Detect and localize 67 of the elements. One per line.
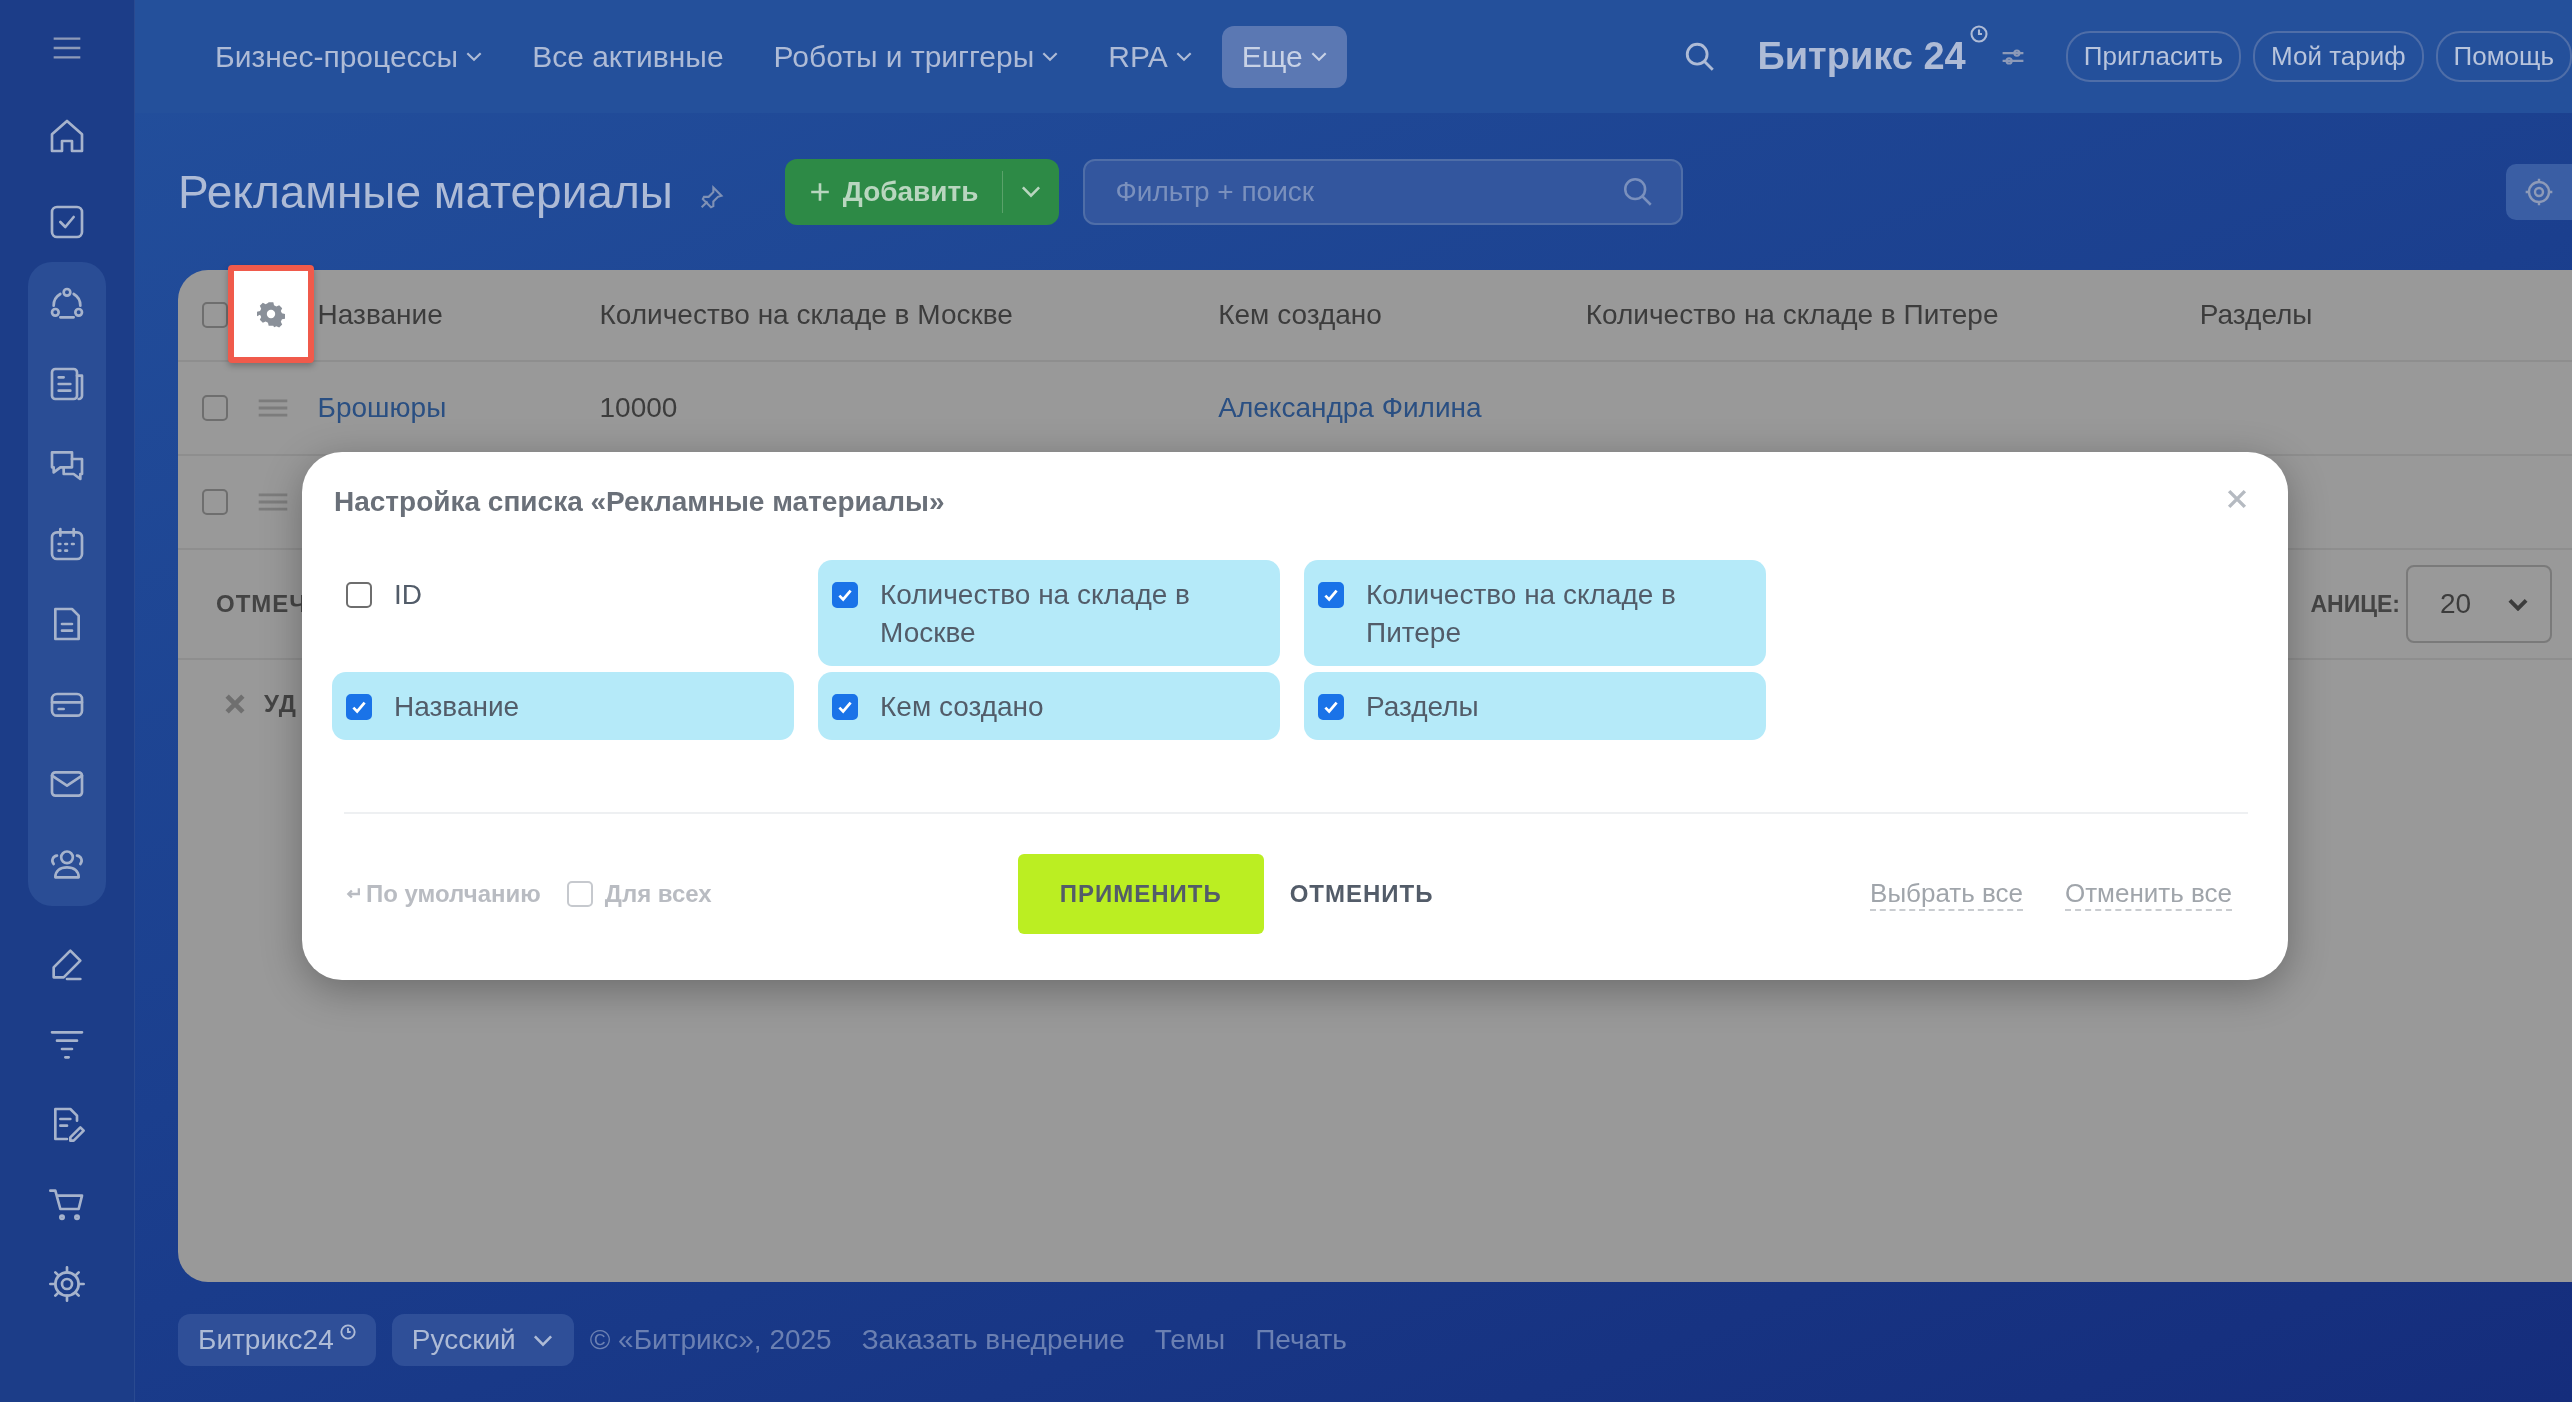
clock-icon (339, 1324, 356, 1340)
column-option[interactable]: Название (332, 672, 794, 740)
table-link[interactable]: Брошюры (317, 392, 447, 423)
column-header[interactable]: Количество на складе в Москве (599, 299, 1013, 330)
column-header[interactable]: Кем создано (1218, 299, 1382, 330)
for-all-label: Для всех (604, 880, 712, 908)
option-checkbox[interactable] (346, 694, 372, 720)
settings-button[interactable] (2506, 163, 2572, 220)
add-button[interactable]: Добавить (784, 158, 1003, 225)
header-button[interactable]: Помощь (2435, 31, 2572, 82)
table-cell: 10000 (599, 392, 678, 423)
nav-tab[interactable]: Все активные (512, 25, 744, 88)
clock-icon (1969, 25, 1988, 43)
brand-button[interactable]: Битрикс24 (178, 1314, 376, 1366)
language-select[interactable]: Русский (391, 1314, 574, 1366)
cancel-button[interactable]: ОТМЕНИТЬ (1289, 880, 1434, 908)
option-label: Название (394, 690, 520, 724)
option-label: Количество на складе в Питере (1366, 578, 1677, 650)
select-all-link[interactable]: Выбрать все (1870, 877, 2023, 911)
column-header[interactable]: Количество на складе в Питере (1585, 299, 1999, 330)
option-label: Кем создано (880, 690, 1044, 724)
option-checkbox[interactable] (346, 582, 372, 608)
footer-link[interactable]: Заказать внедрение (861, 1324, 1125, 1356)
for-all-checkbox[interactable] (566, 881, 593, 907)
return-arrow-icon (344, 887, 362, 901)
page-size-label: АНИЦЕ: (2310, 590, 2400, 618)
search-field[interactable]: Фильтр + поиск (1083, 158, 1684, 225)
nav-tab[interactable]: Роботы и триггеры (753, 25, 1079, 88)
brand-logo: Битрикс 24 (1757, 35, 1966, 78)
caret-icon (1021, 185, 1042, 198)
column-option[interactable]: Количество на складе в Москве (818, 560, 1280, 666)
column-header[interactable]: Разделы (2199, 299, 2313, 330)
page-size-select[interactable]: 20 (2406, 565, 2552, 643)
row-checkbox[interactable] (202, 489, 229, 515)
dialog-title: Настройка списка «Рекламные материалы» (334, 486, 945, 518)
column-option[interactable]: Кем создано (818, 672, 1280, 740)
column-option[interactable]: Разделы (1304, 672, 1766, 740)
apply-button[interactable]: ПРИМЕНИТЬ (1017, 854, 1264, 934)
column-option[interactable]: Количество на складе в Питере (1304, 560, 1766, 666)
caret-icon (531, 1333, 554, 1347)
footer-link[interactable]: Темы (1154, 1324, 1226, 1356)
option-label: Количество на складе в Москве (880, 578, 1191, 650)
copyright-text: © «Битрикс», 2025 (589, 1324, 832, 1356)
drag-handle-icon[interactable] (257, 398, 288, 418)
delete-button[interactable]: УД (264, 690, 297, 718)
nav-tab[interactable]: Еще (1221, 25, 1347, 88)
drag-handle-icon[interactable] (257, 492, 288, 512)
row-checkbox[interactable] (202, 395, 229, 421)
deselect-all-link[interactable]: Отменить все (2065, 877, 2232, 911)
nav-tab[interactable]: RPA (1088, 25, 1212, 88)
option-label: ID (394, 578, 422, 612)
option-checkbox[interactable] (832, 582, 858, 608)
option-checkbox[interactable] (1318, 582, 1344, 608)
nav-tab[interactable]: Бизнес-процессы (195, 25, 503, 88)
menu-icon[interactable] (51, 36, 83, 60)
page-title: Рекламные материалы (178, 164, 673, 219)
header-button[interactable]: Пригласить (2065, 31, 2241, 82)
column-settings-button[interactable] (228, 265, 315, 363)
plus-icon (808, 180, 831, 203)
header-button[interactable]: Мой тариф (2252, 31, 2424, 82)
caret-icon (2508, 597, 2528, 611)
option-label: Разделы (1366, 690, 1479, 724)
option-checkbox[interactable] (832, 694, 858, 720)
footer-link[interactable]: Печать (1255, 1324, 1347, 1356)
column-header[interactable]: Название (317, 299, 443, 330)
option-checkbox[interactable] (1318, 694, 1344, 720)
table-link[interactable]: Александра Филина (1218, 392, 1482, 423)
